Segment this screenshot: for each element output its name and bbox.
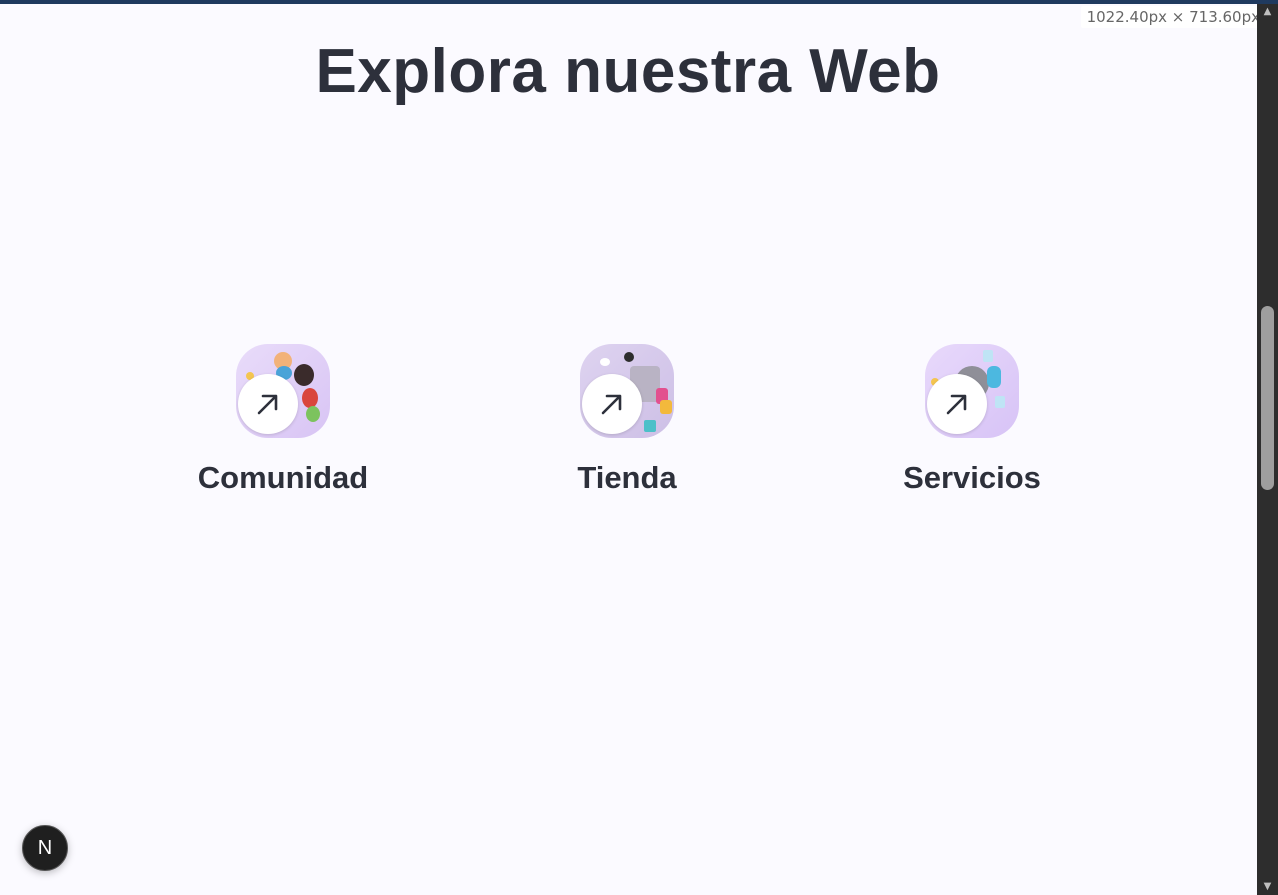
card-label: Comunidad [197,460,369,495]
shopping-cart-illustration [580,344,674,438]
card-label: Tienda [577,460,677,495]
scroll-down-arrow-icon[interactable]: ▼ [1257,879,1278,895]
scroll-up-arrow-icon[interactable]: ▲ [1257,4,1278,20]
vertical-scrollbar[interactable]: ▲ ▼ [1257,4,1278,895]
card-servicios[interactable]: Servicios [852,344,1092,496]
arrow-up-right-icon [946,394,967,415]
community-illustration [236,344,330,438]
arrow-button[interactable] [238,374,298,434]
card-label: Servicios [903,460,1041,495]
arrow-button[interactable] [927,374,987,434]
explore-cards: Comunidad Tienda Servicios [0,344,1256,504]
nextjs-logo-icon: N [37,837,53,859]
card-comunidad[interactable]: Comunidad [163,344,403,496]
tools-services-illustration [925,344,1019,438]
arrow-up-right-icon [257,394,278,415]
arrow-button[interactable] [582,374,642,434]
page-title: Explora nuestra Web [315,37,941,106]
nextjs-dev-indicator[interactable]: N [22,825,68,871]
browser-top-border [0,0,1278,4]
card-tienda[interactable]: Tienda [507,344,747,496]
viewport-size-label: 1022.40px × 713.60px [1080,6,1266,28]
arrow-up-right-icon [601,394,622,415]
scrollbar-thumb[interactable] [1261,306,1274,490]
